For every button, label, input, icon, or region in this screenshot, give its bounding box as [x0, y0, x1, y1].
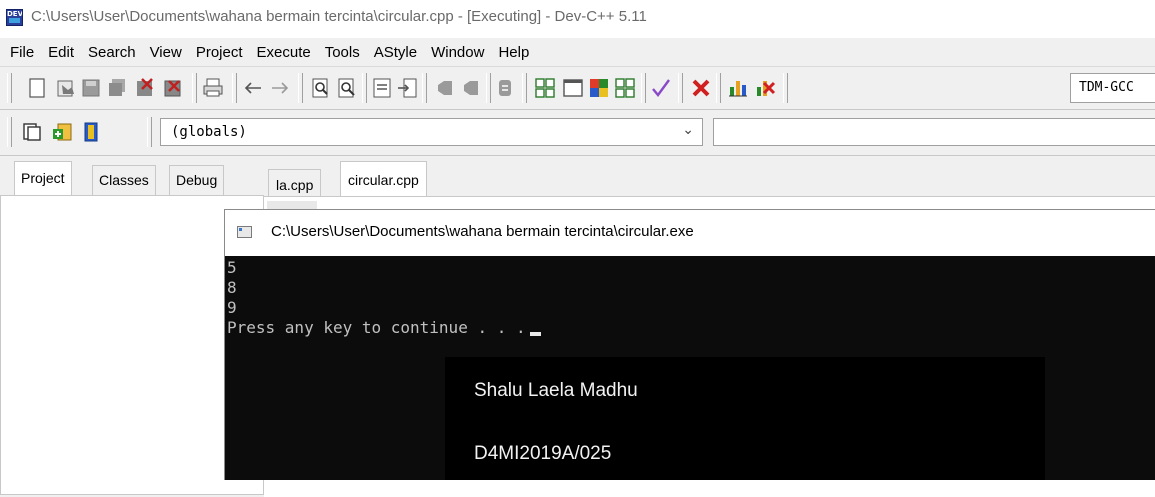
toolbar-separator — [641, 73, 646, 103]
comment-icon[interactable] — [494, 77, 516, 99]
undo-icon[interactable] — [243, 77, 265, 99]
student-name: Shalu Laela Madhu — [474, 380, 638, 401]
tab-project[interactable]: Project — [14, 161, 72, 195]
new-file-icon[interactable] — [26, 77, 48, 99]
menu-tools[interactable]: Tools — [318, 44, 367, 61]
run-icon[interactable] — [562, 77, 584, 99]
find-icon[interactable] — [310, 77, 332, 99]
tab-circular-cpp[interactable]: circular.cpp — [340, 161, 427, 196]
toolbar-separator — [486, 73, 491, 103]
menu-help[interactable]: Help — [491, 44, 536, 61]
globals-select[interactable]: (globals) ⌄ — [160, 118, 703, 146]
toolbar-separator — [192, 73, 197, 103]
toolbar-separator — [716, 73, 721, 103]
student-watermark: Shalu Laela Madhu D4MI2019A/025 — [445, 357, 1045, 480]
console-line: 8 — [227, 278, 237, 297]
print-icon[interactable] — [202, 77, 224, 99]
toolbar-separator — [783, 73, 788, 103]
console-window-icon — [237, 226, 252, 238]
menu-project[interactable]: Project — [189, 44, 250, 61]
close-all-icon[interactable] — [162, 77, 184, 99]
stop-execution-icon[interactable] — [690, 77, 712, 99]
menu-view[interactable]: View — [143, 44, 189, 61]
tab-la-cpp[interactable]: la.cpp — [268, 169, 322, 196]
toolbar-grip[interactable] — [147, 117, 152, 147]
indent-icon[interactable] — [396, 77, 418, 99]
save-icon[interactable] — [80, 77, 102, 99]
tab-classes[interactable]: Classes — [92, 165, 156, 195]
menu-file[interactable]: File — [3, 44, 41, 61]
press-key-prompt: Press any key to continue . . . — [227, 318, 526, 337]
globals-select-value: (globals) — [171, 124, 247, 140]
profile-chart-icon[interactable] — [727, 77, 749, 99]
toolbar-separator — [362, 73, 367, 103]
project-options-icon[interactable] — [80, 121, 102, 143]
toolbar-separator — [232, 73, 237, 103]
toggle-bookmark-icon[interactable] — [434, 77, 456, 99]
console-title: C:\Users\User\Documents\wahana bermain t… — [271, 223, 694, 240]
compiler-select[interactable]: TDM-GCC — [1070, 73, 1155, 103]
menu-bar: File Edit Search View Project Execute To… — [0, 38, 1155, 66]
main-toolbar: TDM-GCC — [0, 66, 1155, 110]
compile-run-icon[interactable] — [588, 77, 610, 99]
console-line-prompt: Press any key to continue . . . — [227, 318, 1155, 338]
class-toolbar: (globals) ⌄ — [0, 110, 1155, 156]
redo-icon[interactable] — [268, 77, 290, 99]
function-select[interactable] — [713, 118, 1155, 146]
student-id: D4MI2019A/025 — [474, 443, 612, 464]
menu-window[interactable]: Window — [424, 44, 491, 61]
console-title-bar[interactable]: C:\Users\User\Documents\wahana bermain t… — [225, 210, 1155, 256]
console-line: 5 — [227, 258, 237, 277]
tab-debug[interactable]: Debug — [169, 165, 225, 195]
toolbar-separator — [522, 73, 527, 103]
text-cursor — [529, 332, 541, 336]
goto-bookmark-icon[interactable] — [460, 77, 482, 99]
menu-execute[interactable]: Execute — [250, 44, 318, 61]
open-file-icon[interactable] — [55, 77, 77, 99]
toolbar-separator — [678, 73, 683, 103]
new-project-icon[interactable] — [21, 121, 43, 143]
title-bar: DEV C:\Users\User\Documents\wahana berma… — [0, 0, 1155, 38]
save-all-icon[interactable] — [106, 77, 128, 99]
debug-check-icon[interactable] — [650, 77, 672, 99]
compile-icon[interactable] — [534, 77, 556, 99]
toolbar-separator — [422, 73, 427, 103]
toolbar-grip[interactable] — [7, 73, 12, 103]
rebuild-icon[interactable] — [614, 77, 636, 99]
menu-edit[interactable]: Edit — [41, 44, 81, 61]
delete-profile-icon[interactable] — [754, 77, 776, 99]
add-file-icon[interactable] — [52, 121, 74, 143]
chevron-down-icon[interactable]: ⌄ — [682, 122, 694, 138]
menu-search[interactable]: Search — [81, 44, 143, 61]
close-file-icon[interactable] — [134, 77, 156, 99]
replace-icon[interactable] — [336, 77, 358, 99]
goto-line-icon[interactable] — [371, 77, 393, 99]
devcpp-app-icon: DEV — [6, 9, 23, 26]
toolbar-separator — [298, 73, 303, 103]
window-title: C:\Users\User\Documents\wahana bermain t… — [31, 8, 647, 25]
console-line: 9 — [227, 298, 237, 317]
toolbar-grip[interactable] — [7, 117, 12, 147]
app-icon-label: DEV — [7, 10, 23, 18]
menu-astyle[interactable]: AStyle — [367, 44, 424, 61]
